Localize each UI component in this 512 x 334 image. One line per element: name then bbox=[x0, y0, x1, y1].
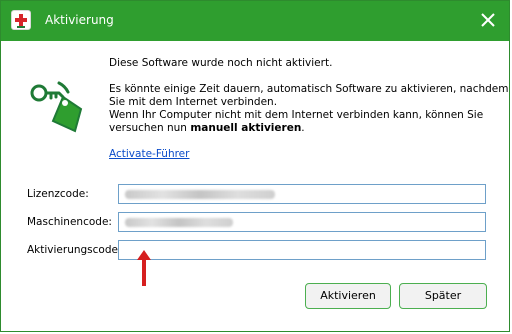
info-line-2: Sie mit dem Internet verbinden. bbox=[109, 96, 278, 108]
machine-code-label: Maschinencode: bbox=[27, 216, 112, 228]
activation-code-label: Aktivierungscode: bbox=[27, 244, 122, 256]
arrow-up-icon bbox=[137, 250, 151, 286]
not-activated-message: Diese Software wurde noch nicht aktivier… bbox=[109, 57, 333, 69]
later-button[interactable]: Später bbox=[399, 283, 487, 309]
info-line-1: Es könnte einige Zeit dauern, automatisc… bbox=[109, 83, 509, 95]
title-bar: Aktivierung bbox=[1, 1, 509, 41]
obscured-license-value bbox=[125, 190, 275, 199]
activation-dialog: Aktivierung Diese Software wurde noch ni… bbox=[0, 0, 510, 332]
close-icon[interactable] bbox=[477, 9, 499, 31]
window-title: Aktivierung bbox=[45, 13, 114, 27]
activation-code-field[interactable] bbox=[118, 240, 486, 260]
activate-guide-link[interactable]: Activate-Führer bbox=[109, 148, 189, 160]
license-code-label: Lizenzcode: bbox=[27, 188, 89, 200]
manual-activation-emphasis: manuell aktivieren bbox=[190, 122, 302, 134]
red-cross-icon bbox=[11, 10, 31, 30]
machine-code-field[interactable] bbox=[118, 212, 486, 232]
obscured-machine-value bbox=[125, 218, 233, 227]
activation-info-text: Es könnte einige Zeit dauern, automatisc… bbox=[109, 83, 509, 135]
info-line-4: versuchen nun manuell aktivieren. bbox=[109, 122, 305, 134]
license-code-field[interactable] bbox=[118, 184, 486, 204]
activate-button[interactable]: Aktivieren bbox=[305, 283, 391, 309]
key-tag-icon bbox=[25, 73, 87, 145]
info-line-3: Wenn Ihr Computer nicht mit dem Internet… bbox=[109, 109, 484, 121]
